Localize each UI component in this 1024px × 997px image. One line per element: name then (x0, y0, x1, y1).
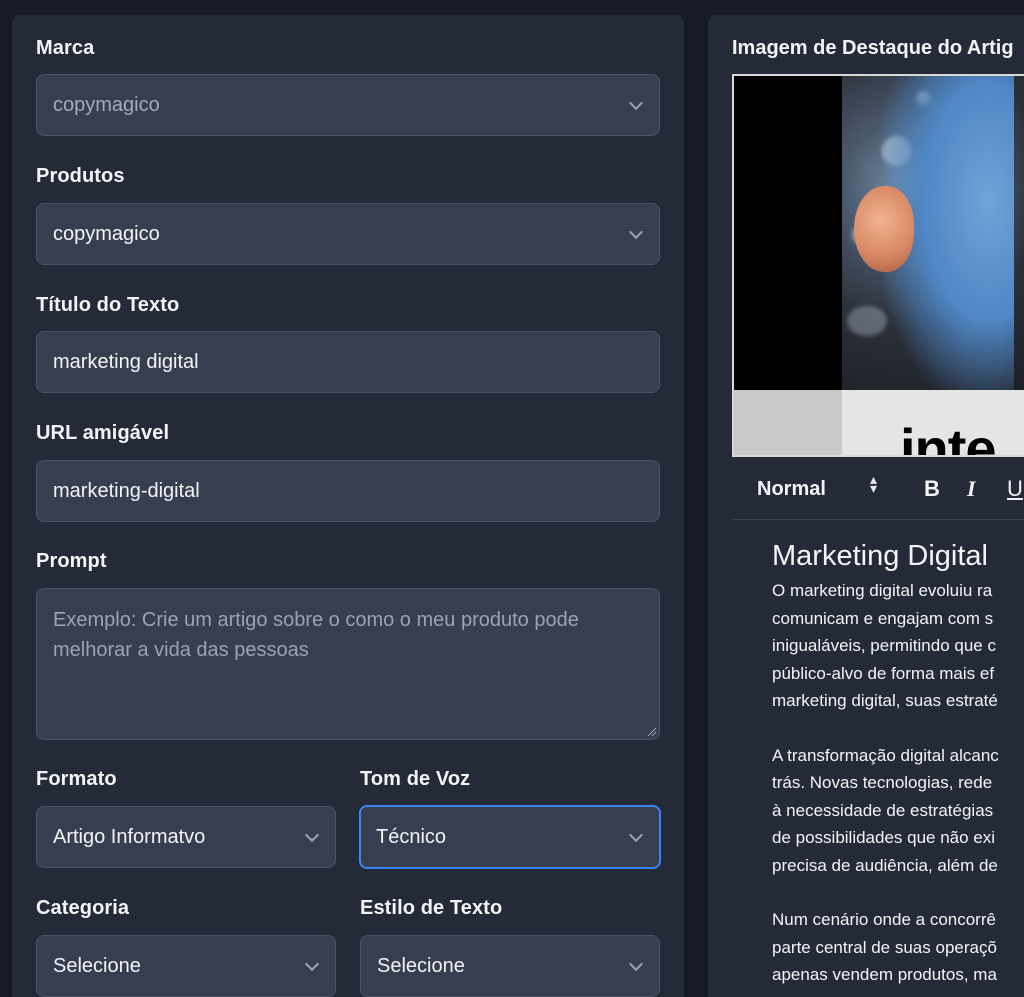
prompt-placeholder: Exemplo: Crie um artigo sobre o como o m… (53, 609, 579, 661)
categoria-label: Categoria (36, 897, 130, 919)
estilo-select[interactable]: Selecione (360, 935, 660, 997)
marca-label: Marca (36, 37, 95, 59)
article-paragraph-3: Num cenário onde a concorrê parte centra… (772, 910, 997, 984)
chevron-down-icon (628, 827, 644, 843)
chevron-down-icon (628, 95, 644, 111)
tom-select[interactable]: Técnico (359, 805, 661, 869)
formato-select[interactable]: Artigo Informatvo (36, 806, 336, 868)
marca-select[interactable]: copymagico (36, 74, 660, 136)
titulo-value: marketing digital (53, 350, 199, 373)
editor-toolbar: Normal ▴ ▾ B I U (732, 470, 1024, 520)
underline-button[interactable]: U (1007, 476, 1023, 502)
image-dark-region (734, 76, 842, 390)
marca-value: copymagico (53, 93, 160, 116)
updown-chevron-icon[interactable]: ▴ ▾ (870, 472, 877, 495)
article-editor[interactable]: Marketing Digital O marketing digital ev… (772, 540, 1024, 997)
prompt-textarea[interactable]: Exemplo: Crie um artigo sobre o como o m… (36, 588, 660, 740)
article-paragraph-1: O marketing digital evoluiu ra comunicam… (772, 581, 998, 710)
image-ear (854, 186, 914, 272)
chevron-down-icon (304, 827, 320, 843)
tom-value: Técnico (376, 825, 447, 848)
titulo-label: Título do Texto (36, 294, 180, 316)
italic-button[interactable]: I (967, 476, 976, 502)
tom-label: Tom de Voz (360, 768, 471, 790)
chevron-down-icon (628, 224, 644, 240)
categoria-select[interactable]: Selecione (36, 935, 336, 997)
form-panel: Marca copymagico Produtos copymagico Tít… (12, 15, 684, 997)
categoria-value: Selecione (53, 954, 141, 977)
article-paragraph-2: A transformação digital alcanc trás. Nov… (772, 745, 999, 875)
url-input[interactable]: marketing-digital (36, 460, 660, 522)
featured-image[interactable]: inte (732, 74, 1024, 457)
paragraph-style-select[interactable]: Normal (757, 478, 826, 501)
featured-image-title: Imagem de Destaque do Artig (732, 37, 1014, 59)
produtos-label: Produtos (36, 165, 125, 187)
bold-button[interactable]: B (924, 476, 940, 502)
image-banner-text: inte (900, 417, 997, 457)
formato-value: Artigo Informatvo (53, 825, 206, 848)
estilo-value: Selecione (377, 954, 465, 977)
chevron-down-icon (628, 956, 644, 972)
produtos-select[interactable]: copymagico (36, 203, 660, 265)
article-heading: Marketing Digital (772, 540, 988, 572)
chevron-down-icon (304, 956, 320, 972)
preview-panel: Imagem de Destaque do Artig inte Normal … (708, 15, 1024, 997)
produtos-value: copymagico (53, 222, 160, 245)
estilo-label: Estilo de Texto (360, 897, 503, 919)
prompt-label: Prompt (36, 550, 107, 572)
formato-label: Formato (36, 768, 117, 790)
resize-grip-icon[interactable] (646, 726, 656, 736)
titulo-input[interactable]: marketing digital (36, 331, 660, 393)
url-value: marketing-digital (53, 479, 200, 502)
url-label: URL amigável (36, 422, 170, 444)
